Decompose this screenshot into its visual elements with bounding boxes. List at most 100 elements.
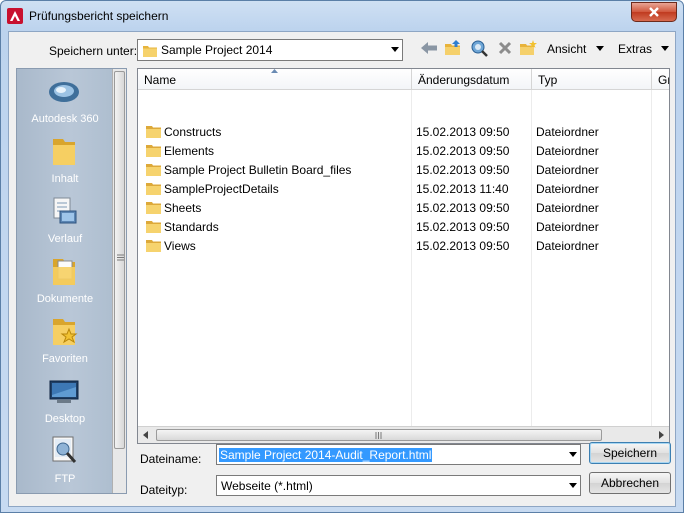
close-icon (649, 7, 659, 17)
file-date: 15.02.2013 09:50 (416, 144, 510, 158)
cancel-button[interactable]: Abbrechen (589, 472, 671, 494)
file-name: Elements (164, 144, 215, 158)
table-row[interactable]: Sheets 15.02.2013 09:50 Dateiordner (138, 198, 658, 217)
place-label: Autodesk 360 (31, 113, 99, 125)
file-type: Dateiordner (536, 182, 599, 196)
location-combobox[interactable]: Sample Project 2014 (137, 39, 403, 61)
file-date: 15.02.2013 09:50 (416, 201, 510, 215)
column-header-type[interactable]: Typ (532, 69, 652, 90)
up-folder-button[interactable] (443, 39, 463, 57)
scroll-right-icon[interactable] (659, 431, 664, 439)
file-type: Dateiordner (536, 144, 599, 158)
title-bar[interactable]: Prüfungsbericht speichern (1, 1, 683, 31)
place-verlauf[interactable]: Verlauf (17, 191, 113, 251)
place-favoriten[interactable]: Favoriten (17, 311, 113, 371)
place-dokumente[interactable]: Dokumente (17, 251, 113, 311)
search-web-button[interactable] (470, 39, 490, 57)
save-dialog: Prüfungsbericht speichern Speichern unte… (0, 0, 684, 513)
file-date: 15.02.2013 09:50 (416, 163, 510, 177)
table-row[interactable]: Constructs 15.02.2013 09:50 Dateiordner (138, 122, 658, 141)
sort-ascending-icon (271, 69, 278, 73)
folder-icon (146, 145, 161, 157)
save-button[interactable]: Speichern (589, 442, 671, 464)
up-folder-icon (445, 40, 460, 55)
places-scrollbar[interactable] (112, 69, 126, 493)
new-folder-icon (520, 40, 537, 55)
places-scroll-thumb[interactable] (114, 71, 125, 449)
column-header-name[interactable]: Name (138, 69, 412, 90)
column-header-size[interactable]: Grö (652, 69, 669, 90)
favorites-icon (53, 319, 78, 345)
folder-icon (146, 240, 161, 252)
table-row[interactable]: Elements 15.02.2013 09:50 Dateiordner (138, 141, 658, 160)
view-menu[interactable]: Ansicht (547, 42, 586, 56)
table-row[interactable]: Standards 15.02.2013 09:50 Dateiordner (138, 217, 658, 236)
folder-icon (146, 126, 161, 138)
location-value: Sample Project 2014 (161, 43, 273, 57)
tools-menu-label: Extras (618, 42, 653, 56)
table-row[interactable]: SampleProjectDetails 15.02.2013 11:40 Da… (138, 179, 658, 198)
file-type: Dateiordner (536, 163, 599, 177)
place-ftp[interactable]: FTP (17, 431, 113, 491)
filetype-value: Webseite (*.html) (221, 479, 313, 493)
folder-icon (53, 139, 75, 165)
view-menu-label: Ansicht (547, 42, 587, 56)
save-button-label: Speichern (602, 446, 658, 460)
grip-icon (375, 432, 382, 439)
column-header-label: Änderungsdatum (418, 73, 510, 87)
chevron-down-icon (391, 47, 399, 52)
place-desktop[interactable]: Desktop (17, 371, 113, 431)
file-name: Constructs (164, 125, 222, 139)
cloud-icon (49, 82, 79, 102)
file-list[interactable]: Name Änderungsdatum Typ Grö Constructs 1… (137, 68, 670, 444)
search-globe-icon (471, 40, 488, 57)
chevron-down-icon[interactable] (569, 452, 577, 457)
file-type: Dateiordner (536, 125, 599, 139)
file-name: Standards (164, 220, 219, 234)
file-date: 15.02.2013 09:50 (416, 239, 510, 253)
delete-button[interactable] (495, 39, 515, 57)
folder-icon (146, 183, 161, 195)
place-label: Desktop (44, 413, 86, 425)
folder-icon (146, 202, 161, 214)
tools-dropdown-arrow-icon[interactable] (661, 46, 669, 51)
column-header-date[interactable]: Änderungsdatum (412, 69, 532, 90)
filename-input[interactable]: Sample Project 2014-Audit_Report.html (216, 444, 581, 465)
back-button[interactable] (419, 39, 439, 57)
tools-menu[interactable]: Extras (618, 42, 652, 56)
table-row[interactable]: Sample Project Bulletin Board_files 15.0… (138, 160, 658, 179)
column-header-label: Name (144, 73, 177, 87)
view-dropdown-arrow-icon[interactable] (596, 46, 604, 51)
back-arrow-icon (421, 42, 437, 54)
filename-label: Dateiname: (140, 452, 202, 466)
table-row[interactable]: Views 15.02.2013 09:50 Dateiordner (138, 236, 658, 255)
file-name: Sheets (164, 201, 202, 215)
window-title: Prüfungsbericht speichern (29, 9, 169, 23)
grip-icon (117, 254, 124, 261)
folder-icon (146, 221, 161, 233)
close-button[interactable] (631, 2, 677, 22)
folder-icon (146, 164, 161, 176)
documents-icon (53, 259, 75, 285)
place-inhalt[interactable]: Inhalt (17, 131, 113, 191)
filename-value: Sample Project 2014-Audit_Report.html (219, 448, 433, 462)
place-label: Dokumente (36, 293, 94, 305)
horizontal-scrollbar[interactable] (138, 426, 669, 443)
place-label: Favoriten (42, 353, 88, 365)
column-header-label: Grö (658, 73, 669, 87)
delete-x-icon (498, 41, 512, 55)
new-folder-button[interactable] (518, 39, 538, 57)
scroll-left-icon[interactable] (143, 431, 148, 439)
file-name: Views (164, 239, 196, 253)
horizontal-scroll-thumb[interactable] (156, 429, 602, 441)
file-type: Dateiordner (536, 239, 599, 253)
ftp-icon (52, 436, 77, 463)
file-date: 15.02.2013 09:50 (416, 125, 510, 139)
desktop-icon (49, 380, 79, 403)
file-type: Dateiordner (536, 220, 599, 234)
place-autodesk-360[interactable]: Autodesk 360 (17, 71, 113, 131)
dialog-body: Speichern unter: Sample Project 2014 Ans… (8, 31, 676, 507)
file-date: 15.02.2013 09:50 (416, 220, 510, 234)
filetype-select[interactable]: Webseite (*.html) (216, 475, 581, 496)
folder-icon (143, 46, 157, 57)
